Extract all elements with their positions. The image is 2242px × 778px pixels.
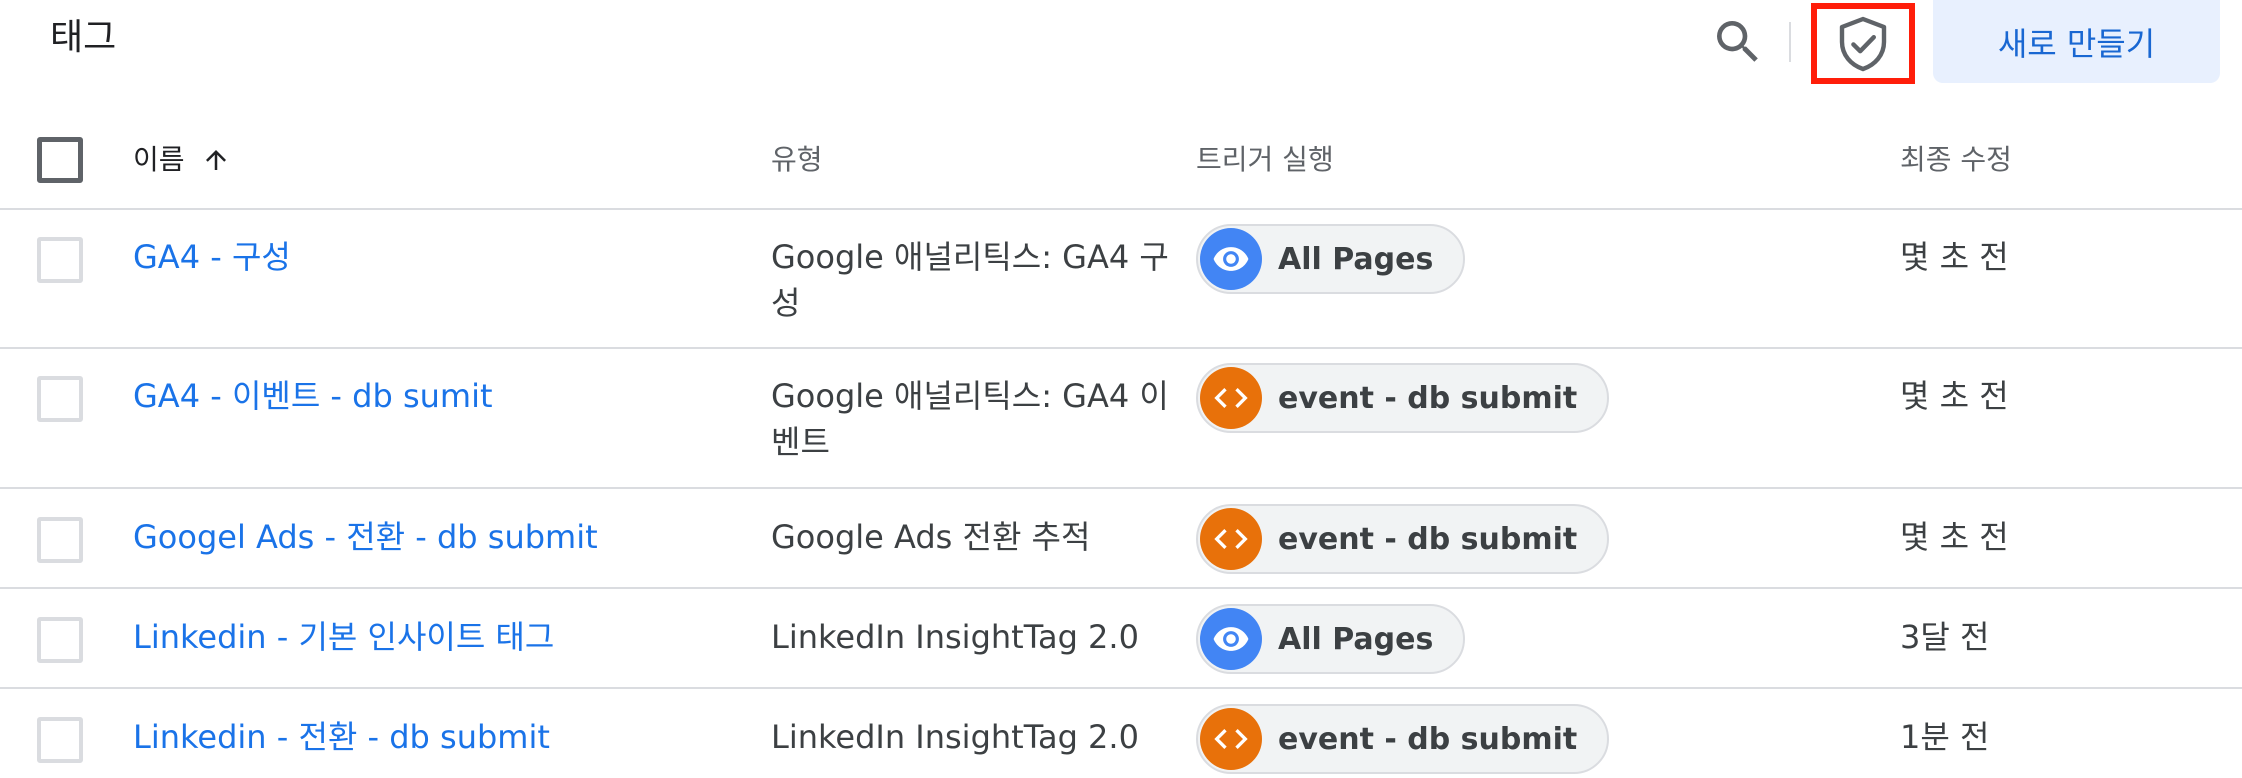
tag-type: Google 애널리틱스: GA4 이벤트 — [771, 377, 1169, 461]
trigger-chip[interactable]: All Pages — [1196, 224, 1466, 294]
trigger-chip[interactable]: event - db submit — [1196, 363, 1610, 433]
trigger-label: All Pages — [1278, 621, 1434, 657]
trigger-label: event - db submit — [1278, 380, 1578, 416]
tag-name-link[interactable]: Linkedin - 기본 인사이트 태그 — [133, 614, 554, 660]
trigger-label: event - db submit — [1278, 721, 1578, 757]
header-divider — [1789, 22, 1791, 62]
column-header-name-label: 이름 — [133, 143, 185, 176]
trigger-label: event - db submit — [1278, 521, 1578, 557]
search-icon[interactable] — [1710, 14, 1766, 70]
column-header-modified[interactable]: 최종 수정 — [1900, 140, 2012, 180]
consent-overview-button[interactable] — [1811, 3, 1915, 84]
tag-type: LinkedIn InsightTag 2.0 — [771, 618, 1139, 656]
new-tag-button[interactable]: 새로 만들기 — [1933, 0, 2220, 83]
table-row: GA4 - 이벤트 - db sumit Google 애널리틱스: GA4 이… — [0, 349, 2242, 489]
shield-check-icon — [1839, 16, 1887, 71]
trigger-chip[interactable]: event - db submit — [1196, 504, 1610, 574]
tag-type: Google Ads 전환 추적 — [771, 518, 1091, 556]
row-checkbox[interactable] — [37, 717, 83, 763]
row-checkbox[interactable] — [37, 617, 83, 663]
last-modified: 몇 초 전 — [1900, 377, 2009, 415]
tag-type: Google 애널리틱스: GA4 구성 — [771, 238, 1169, 322]
last-modified: 3달 전 — [1900, 618, 1990, 656]
column-header-type[interactable]: 유형 — [771, 140, 823, 180]
page-header: 태그 새로 만들기 — [0, 0, 2242, 130]
tag-name-link[interactable]: GA4 - 이벤트 - db sumit — [133, 373, 493, 419]
column-header-name[interactable]: 이름 — [133, 140, 231, 180]
row-checkbox[interactable] — [37, 376, 83, 422]
table-row: GA4 - 구성 Google 애널리틱스: GA4 구성 All Pages … — [0, 210, 2242, 349]
row-checkbox[interactable] — [37, 237, 83, 283]
code-icon — [1200, 708, 1262, 770]
tag-name-link[interactable]: Linkedin - 전환 - db submit — [133, 714, 550, 760]
page-title: 태그 — [50, 17, 117, 58]
trigger-chip[interactable]: All Pages — [1196, 604, 1466, 674]
row-checkbox[interactable] — [37, 517, 83, 563]
last-modified: 1분 전 — [1900, 718, 1990, 756]
table-row: Linkedin - 전환 - db submit LinkedIn Insig… — [0, 689, 2242, 778]
table-header: 이름 유형 트리거 실행 최종 수정 — [0, 130, 2242, 210]
trigger-chip[interactable]: event - db submit — [1196, 704, 1610, 774]
eye-icon — [1200, 608, 1262, 670]
table-row: Googel Ads - 전환 - db submit Google Ads 전… — [0, 489, 2242, 589]
eye-icon — [1200, 228, 1262, 290]
arrow-up-icon — [205, 150, 226, 170]
last-modified: 몇 초 전 — [1900, 238, 2009, 276]
select-all-checkbox[interactable] — [37, 137, 83, 183]
code-icon — [1200, 367, 1262, 429]
table-row: Linkedin - 기본 인사이트 태그 LinkedIn InsightTa… — [0, 589, 2242, 689]
tag-name-link[interactable]: Googel Ads - 전환 - db submit — [133, 514, 598, 560]
code-icon — [1200, 508, 1262, 570]
trigger-label: All Pages — [1278, 241, 1434, 277]
tag-name-link[interactable]: GA4 - 구성 — [133, 234, 291, 280]
tag-type: LinkedIn InsightTag 2.0 — [771, 718, 1139, 756]
column-header-trigger[interactable]: 트리거 실행 — [1196, 140, 1334, 180]
last-modified: 몇 초 전 — [1900, 518, 2009, 556]
